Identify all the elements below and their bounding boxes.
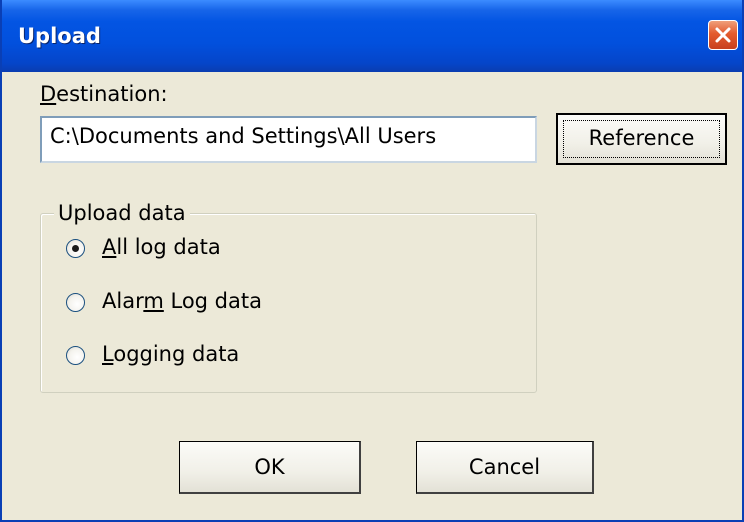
radio-selected-dot bbox=[72, 245, 79, 252]
reference-button[interactable]: Reference bbox=[556, 113, 727, 165]
radio-label-logging-data[interactable]: Logging data bbox=[102, 342, 239, 366]
destination-field[interactable]: C:\Documents and Settings\All Users bbox=[40, 116, 537, 163]
close-button[interactable] bbox=[708, 20, 738, 50]
radio-alarm-log-data[interactable] bbox=[66, 293, 85, 312]
upload-data-legend: Upload data bbox=[54, 201, 190, 225]
radio-label-all-log-data[interactable]: All log data bbox=[102, 235, 221, 259]
cancel-button[interactable]: Cancel bbox=[416, 441, 594, 494]
upload-dialog: Upload Destination: C:\Documents and Set… bbox=[0, 0, 744, 522]
radio-logging-data[interactable] bbox=[66, 346, 85, 365]
title-bar[interactable]: Upload bbox=[2, 0, 742, 72]
radio-label-alarm-log-data[interactable]: Alarm Log data bbox=[102, 289, 262, 313]
focus-rect bbox=[563, 120, 720, 158]
destination-label: Destination: bbox=[40, 82, 168, 106]
window-title: Upload bbox=[18, 24, 101, 48]
radio-all-log-data[interactable] bbox=[66, 239, 85, 258]
ok-button[interactable]: OK bbox=[179, 441, 361, 494]
